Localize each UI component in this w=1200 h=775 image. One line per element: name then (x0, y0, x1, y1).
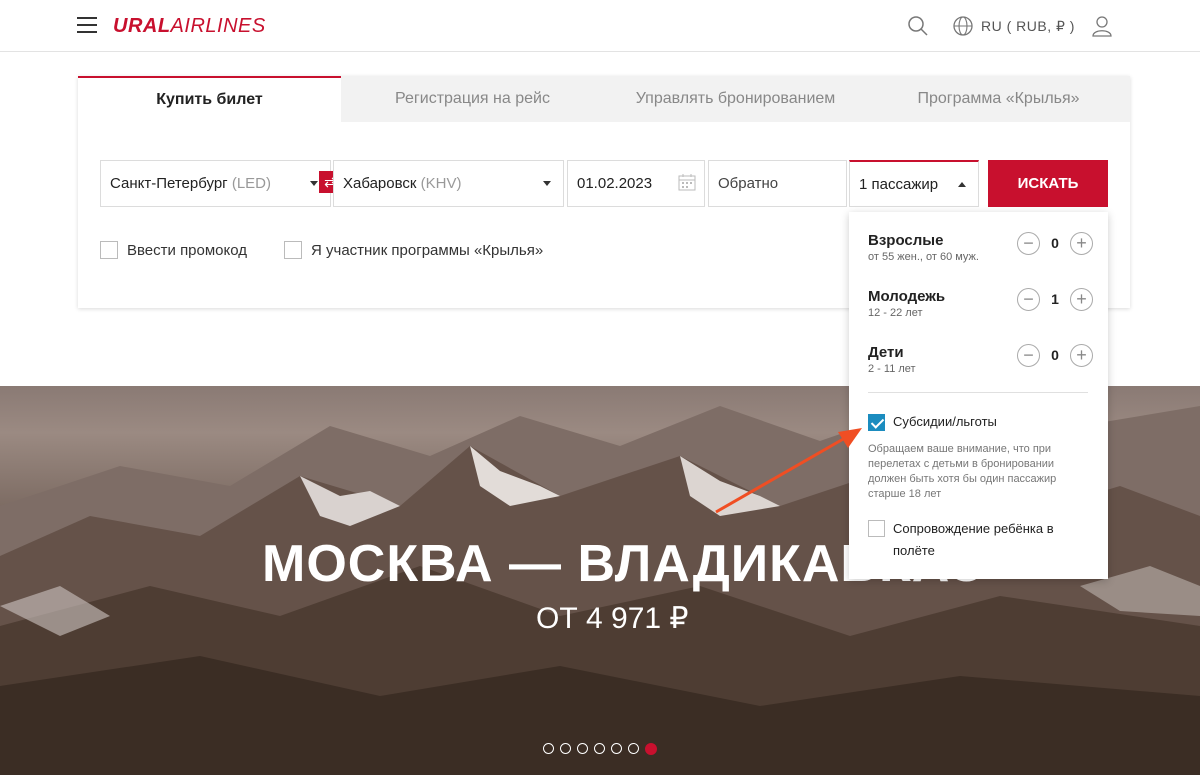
passengers-select[interactable]: 1 пассажир (849, 160, 979, 207)
carousel-dot[interactable] (594, 743, 605, 754)
wings-label: Я участник программы «Крылья» (311, 241, 544, 259)
to-city: Хабаровск (343, 175, 417, 192)
children-notice: Обращаем ваше внимание, что при перелета… (868, 443, 1057, 500)
booking-tabs: Купить билет Регистрация на рейс Управля… (78, 76, 1130, 122)
tab-wings-program[interactable]: Программа «Крылья» (867, 76, 1130, 122)
from-city: Санкт-Петербург (110, 175, 228, 192)
user-icon[interactable] (1091, 15, 1113, 37)
chevron-down-icon (543, 181, 551, 186)
language-currency-selector[interactable]: RU ( RUB, ₽ ) (981, 18, 1075, 35)
youth-stepper: − 1 + (1017, 288, 1093, 312)
to-select[interactable]: Хабаровск (KHV) (333, 160, 564, 207)
escort-label: Сопровождение ребёнка в полёте (893, 521, 1054, 558)
minus-icon[interactable]: − (1017, 344, 1040, 367)
carousel-dot[interactable] (611, 743, 622, 754)
carousel-dots (543, 743, 663, 755)
wings-checkbox-row[interactable]: Я участник программы «Крылья» (284, 241, 543, 259)
escort-checkbox-row[interactable]: Сопровождение ребёнка в полёте (868, 518, 1078, 562)
children-count: 0 (1051, 347, 1059, 363)
logo[interactable]: URALAIRLINES (113, 15, 266, 38)
passengers-dropdown: Взрослые от 55 жен., от 60 муж. − 0 + Мо… (849, 212, 1108, 579)
wings-checkbox[interactable] (284, 241, 302, 259)
plus-icon[interactable]: + (1070, 344, 1093, 367)
subsidy-checkbox-row[interactable]: Субсидии/льготы (868, 414, 997, 431)
adults-stepper: − 0 + (1017, 232, 1093, 256)
carousel-dot[interactable] (543, 743, 554, 754)
pax-row-children: Дети 2 - 11 лет − 0 + (868, 344, 1093, 384)
chevron-down-icon (310, 181, 318, 186)
tab-buy-ticket[interactable]: Купить билет (78, 76, 341, 122)
return-date-input[interactable]: Обратно (708, 160, 847, 207)
menu-icon[interactable] (77, 17, 97, 33)
minus-icon[interactable]: − (1017, 288, 1040, 311)
plus-icon[interactable]: + (1070, 232, 1093, 255)
subsidy-label: Субсидии/льготы (893, 414, 997, 429)
tab-check-in[interactable]: Регистрация на рейс (341, 76, 604, 122)
promo-label: Ввести промокод (127, 241, 248, 259)
subsidy-checkbox[interactable] (868, 414, 885, 431)
divider (868, 392, 1088, 393)
minus-icon[interactable]: − (1017, 232, 1040, 255)
calendar-icon[interactable] (678, 173, 696, 191)
escort-checkbox[interactable] (868, 520, 885, 537)
site-header: URALAIRLINES RU ( RUB, ₽ ) (0, 0, 1200, 52)
youth-count: 1 (1051, 291, 1059, 307)
from-code: (LED) (231, 175, 271, 192)
tab-manage-booking[interactable]: Управлять бронированием (604, 76, 867, 122)
passengers-value: 1 пассажир (859, 176, 939, 193)
pax-row-youth: Молодежь 12 - 22 лет − 1 + (868, 288, 1093, 328)
search-icon[interactable] (907, 15, 929, 37)
depart-date-input[interactable]: 01.02.2023 (567, 160, 705, 207)
chevron-up-icon (958, 182, 966, 187)
hero-price: ОТ 4 971 ₽ (536, 602, 689, 635)
depart-date-value: 01.02.2023 (577, 175, 653, 192)
promo-checkbox[interactable] (100, 241, 118, 259)
search-button[interactable]: ИСКАТЬ (988, 160, 1108, 207)
plus-icon[interactable]: + (1070, 288, 1093, 311)
from-select[interactable]: Санкт-Петербург (LED) (100, 160, 331, 207)
promo-checkbox-row[interactable]: Ввести промокод (100, 241, 247, 259)
carousel-dot[interactable] (628, 743, 639, 754)
to-code: (KHV) (420, 175, 462, 192)
pax-row-adults: Взрослые от 55 жен., от 60 муж. − 0 + (868, 232, 1093, 272)
children-stepper: − 0 + (1017, 344, 1093, 368)
carousel-dot[interactable] (560, 743, 571, 754)
carousel-dot[interactable] (577, 743, 588, 754)
globe-icon[interactable] (952, 15, 974, 37)
adults-count: 0 (1051, 235, 1059, 251)
carousel-dot-active[interactable] (645, 743, 657, 755)
